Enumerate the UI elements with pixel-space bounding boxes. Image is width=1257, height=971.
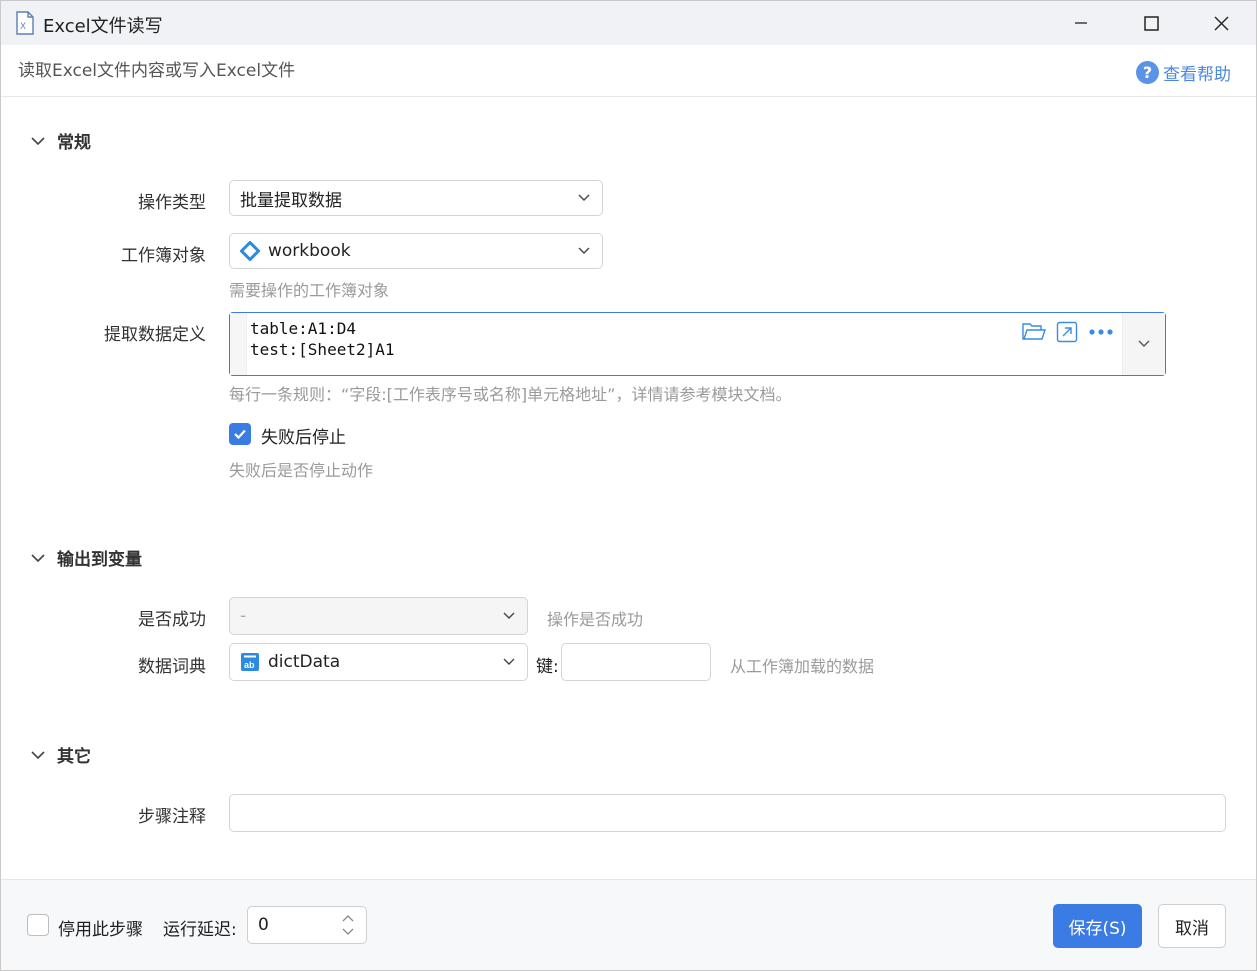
- maximize-button[interactable]: [1116, 1, 1186, 45]
- chevron-down-icon: [503, 612, 515, 619]
- section-output-header[interactable]: 输出到变量: [29, 545, 142, 570]
- disable-step-label[interactable]: 停用此步骤: [58, 915, 143, 940]
- chevron-down-icon: [503, 658, 515, 665]
- close-icon: [1214, 16, 1228, 30]
- chevron-down-icon: [578, 194, 590, 201]
- editor-line: test:[Sheet2]A1: [250, 340, 395, 359]
- extract-def-editor[interactable]: table:A1:D4 test:[Sheet2]A1: [229, 312, 1166, 376]
- close-button[interactable]: [1186, 1, 1256, 45]
- workbook-value: workbook: [268, 241, 351, 261]
- section-other-header[interactable]: 其它: [29, 742, 91, 767]
- op-type-label: 操作类型: [138, 193, 206, 213]
- success-hint: 操作是否成功: [547, 610, 644, 629]
- chevron-down-icon: [578, 247, 590, 254]
- dict-hint: 从工作簿加载的数据: [730, 657, 875, 676]
- dict-key-label: 键:: [536, 657, 559, 677]
- section-general-title: 常规: [57, 133, 91, 153]
- chevron-down-icon: [31, 136, 45, 145]
- workbook-select[interactable]: workbook: [229, 233, 603, 269]
- checkmark-icon: [234, 429, 246, 440]
- dict-value: dictData: [268, 652, 341, 672]
- dict-label: 数据词典: [138, 657, 206, 677]
- extract-def-hint: 每行一条规则：“字段:[工作表序号或名称]单元格地址”，详情请参考模块文档。: [229, 385, 792, 404]
- workbook-hint: 需要操作的工作簿对象: [229, 281, 390, 300]
- dict-key-input[interactable]: [561, 643, 711, 681]
- success-select[interactable]: -: [229, 597, 528, 635]
- comment-label: 步骤注释: [138, 807, 206, 827]
- title-bar: X Excel文件读写: [1, 1, 1256, 45]
- workbook-variable-icon: [240, 241, 260, 261]
- window-title: Excel文件读写: [43, 16, 163, 37]
- chevron-down-icon: [1138, 340, 1150, 347]
- dict-select[interactable]: ab dictData: [229, 643, 528, 681]
- stop-on-fail-label[interactable]: 失败后停止: [261, 423, 346, 448]
- stop-on-fail-checkbox[interactable]: [229, 423, 251, 445]
- success-value: -: [240, 606, 247, 626]
- chevron-down-icon: [31, 553, 45, 562]
- maximize-icon: [1143, 15, 1159, 31]
- comment-input[interactable]: [229, 794, 1226, 832]
- svg-text:X: X: [20, 21, 26, 31]
- dictionary-variable-icon: ab: [241, 653, 259, 671]
- subheader: 读取Excel文件内容或写入Excel文件 ? 查看帮助: [1, 45, 1256, 97]
- disable-step-checkbox[interactable]: [27, 914, 49, 936]
- excel-file-icon: X: [16, 11, 34, 35]
- help-label: 查看帮助: [1163, 65, 1231, 85]
- delay-stepper[interactable]: 0: [247, 906, 367, 944]
- more-options-icon[interactable]: [1088, 327, 1114, 337]
- stepper-arrows-icon[interactable]: [340, 912, 356, 938]
- op-type-value: 批量提取数据: [240, 190, 342, 211]
- workbook-label: 工作簿对象: [121, 246, 206, 266]
- dialog-footer: 停用此步骤 运行延迟: 0 保存(S) 取消: [1, 879, 1256, 970]
- help-link[interactable]: ? 查看帮助: [1136, 60, 1231, 85]
- dialog-window: X Excel文件读写 读取Excel文件内容或写入Excel文件 ? 查看帮助…: [0, 0, 1257, 971]
- editor-dropdown-button[interactable]: [1122, 313, 1165, 375]
- help-icon: ?: [1136, 61, 1159, 84]
- section-general-header[interactable]: 常规: [29, 128, 91, 153]
- editor-gutter: [230, 313, 247, 375]
- extract-def-label: 提取数据定义: [104, 325, 206, 345]
- minimize-button[interactable]: [1046, 1, 1116, 45]
- editor-line: table:A1:D4: [250, 319, 356, 338]
- svg-text:ab: ab: [244, 660, 255, 670]
- expand-editor-icon[interactable]: [1056, 321, 1078, 343]
- minimize-icon: [1075, 22, 1087, 24]
- dialog-subtitle: 读取Excel文件内容或写入Excel文件: [18, 61, 296, 81]
- section-other-title: 其它: [57, 747, 91, 767]
- editor-content[interactable]: table:A1:D4 test:[Sheet2]A1: [250, 318, 395, 360]
- delay-label: 运行延迟:: [163, 920, 237, 940]
- cancel-button[interactable]: 取消: [1158, 904, 1226, 948]
- success-label: 是否成功: [138, 610, 206, 630]
- delay-value[interactable]: 0: [258, 915, 269, 935]
- save-button[interactable]: 保存(S): [1053, 904, 1142, 948]
- chevron-down-icon: [31, 750, 45, 759]
- stop-on-fail-hint: 失败后是否停止动作: [229, 461, 374, 480]
- folder-open-icon[interactable]: [1022, 322, 1046, 342]
- section-output-title: 输出到变量: [57, 550, 142, 570]
- op-type-select[interactable]: 批量提取数据: [229, 180, 603, 216]
